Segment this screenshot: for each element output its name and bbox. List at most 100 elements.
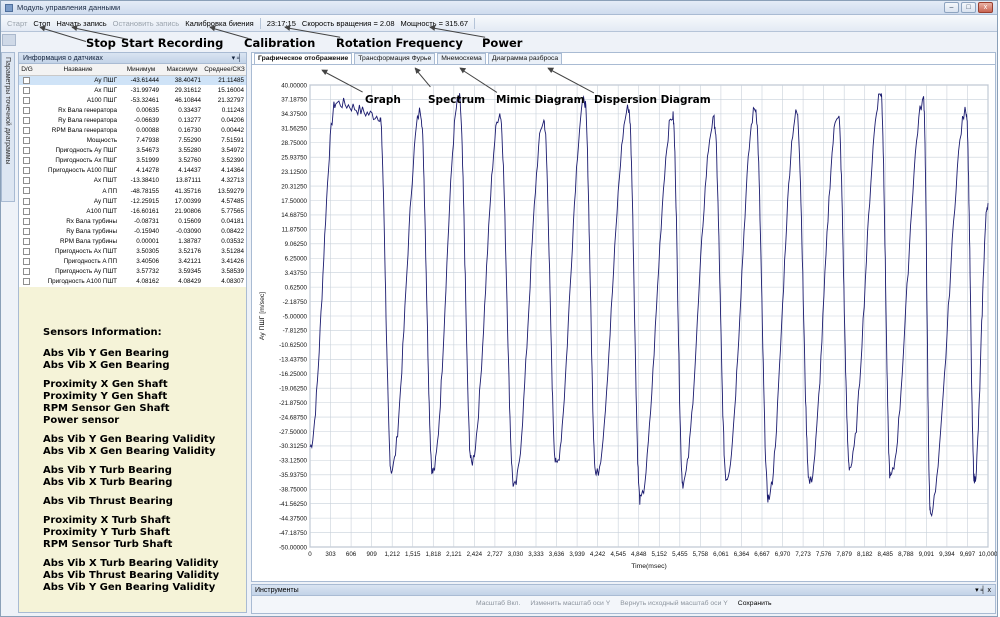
sensor-name: Пригодность A100 ПШТ xyxy=(47,278,117,286)
row-checkbox-cell xyxy=(19,216,35,226)
table-row[interactable]: Ax ПШТ -13.38410 13.87111 4.32713 xyxy=(19,176,246,186)
y-tick-label: 0.62500 xyxy=(285,284,308,291)
sensor-info-line: Abs Vib Y Gen Bearing Validity xyxy=(43,582,216,593)
table-row[interactable]: A100 ПШГ -53.32461 46.10844 21.32797 xyxy=(19,95,246,105)
row-checkbox[interactable] xyxy=(23,258,30,266)
sensor-min: -31.99749 xyxy=(130,86,159,94)
annotation-power: Power xyxy=(482,36,523,50)
row-checkbox-cell xyxy=(19,257,35,267)
stop-recording-button[interactable]: Остановить запись xyxy=(113,19,180,28)
table-row[interactable]: Пригодность A100 ПШТ 4.08162 4.08429 4.0830… xyxy=(19,277,246,287)
row-checkbox[interactable] xyxy=(23,217,30,225)
row-checkbox-cell xyxy=(19,95,35,105)
tool-action[interactable]: Масштаб Вкл. xyxy=(476,600,520,607)
row-checkbox[interactable] xyxy=(23,207,30,215)
row-checkbox[interactable] xyxy=(23,96,30,104)
table-row[interactable]: Пригодность A ПП 3.40506 3.42121 3.41426 xyxy=(19,257,246,267)
row-checkbox[interactable] xyxy=(23,187,30,195)
sensor-max: 1.38787 xyxy=(178,238,201,246)
sensor-min: 4.08162 xyxy=(136,278,159,286)
row-checkbox-cell xyxy=(19,247,35,257)
col-header-avg[interactable]: Среднее/СКЗ xyxy=(203,64,246,76)
sensor-min: 0.00088 xyxy=(136,127,159,135)
row-checkbox[interactable] xyxy=(23,177,30,185)
calibration-button[interactable]: Калибровка биения xyxy=(185,19,253,28)
sensor-info-line: Abs Vib Y Gen Bearing Validity xyxy=(43,434,216,445)
sensor-avg: 0.00442 xyxy=(221,127,244,135)
time-chart[interactable]: 40.00000 37.18750 34.37500 31.56250 28.75000… xyxy=(252,53,997,583)
sensor-avg: 21.32797 xyxy=(217,96,244,104)
x-tick-label: 10,000 xyxy=(979,551,997,558)
minimize-button[interactable]: – xyxy=(944,2,959,13)
table-row[interactable]: Ry Вала турбины -0.15940 -0.03090 0.08422 xyxy=(19,226,246,236)
row-checkbox[interactable] xyxy=(23,126,30,134)
table-row[interactable]: RPM Вала генератора 0.00088 0.16730 0.00442 xyxy=(19,125,246,135)
tool-action[interactable]: Изменить масштаб оси Y xyxy=(530,600,610,607)
row-checkbox-cell xyxy=(19,125,35,135)
table-row[interactable]: RPM Вала турбины 0.00001 1.38787 0.03532 xyxy=(19,237,246,247)
table-row[interactable]: A100 ПШТ -16.60161 21.90806 5.77565 xyxy=(19,206,246,216)
table-row[interactable]: Пригодность A100 ПШГ 4.14278 4.14437 4.1436… xyxy=(19,166,246,176)
row-checkbox[interactable] xyxy=(23,248,30,256)
row-checkbox[interactable] xyxy=(23,237,30,245)
table-row[interactable]: Rx Вала турбины -0.08731 0.15609 0.04181 xyxy=(19,216,246,226)
pin-icon[interactable]: ▾ ╡ xyxy=(232,53,242,64)
x-axis-label: Time(msec) xyxy=(631,563,667,570)
pin-icon[interactable]: ▾ ╡ x xyxy=(975,585,991,596)
sensor-info-panel: Информация о датчиках ▾ ╡ D/G Название М… xyxy=(18,52,247,613)
sensor-max: 3.55280 xyxy=(178,147,201,155)
row-checkbox-cell xyxy=(19,226,35,236)
sensor-max: 46.10844 xyxy=(174,96,201,104)
sensor-info-group: Abs Vib Y Turb Bearing Abs Vib X Turb Bea… xyxy=(43,465,219,489)
sensor-min: -16.60161 xyxy=(130,207,159,215)
row-checkbox[interactable] xyxy=(23,76,30,84)
maximize-button[interactable]: □ xyxy=(961,2,976,13)
sensor-min: -0.15940 xyxy=(134,227,159,235)
row-checkbox[interactable] xyxy=(23,167,30,175)
y-tick-label: 40.00000 xyxy=(281,82,307,89)
row-checkbox[interactable] xyxy=(23,137,30,145)
table-row[interactable]: Мощность 7.47938 7.55290 7.51591 xyxy=(19,136,246,146)
sensor-avg: 3.41426 xyxy=(221,258,244,266)
row-checkbox[interactable] xyxy=(23,86,30,94)
table-row[interactable]: Ry Вала генератора -0.06639 0.13277 0.04206 xyxy=(19,115,246,125)
row-checkbox[interactable] xyxy=(23,106,30,114)
collapsed-panel-handle[interactable] xyxy=(2,34,16,46)
row-checkbox[interactable] xyxy=(23,197,30,205)
close-button[interactable]: x xyxy=(978,2,993,13)
sensor-min: -13.38410 xyxy=(130,177,159,185)
row-checkbox-cell xyxy=(19,237,35,247)
table-row[interactable]: Ay ПШТ -12.25915 17.00399 4.57485 xyxy=(19,196,246,206)
row-checkbox[interactable] xyxy=(23,116,30,124)
sensor-info-title: Sensors Information: xyxy=(43,327,162,338)
col-header-name[interactable]: Название xyxy=(35,64,121,76)
table-row[interactable]: Пригодность Ay ПШГ 3.54673 3.55280 3.54972 xyxy=(19,146,246,156)
row-checkbox[interactable] xyxy=(23,268,30,276)
tool-action[interactable]: Вернуть исходный масштаб оси Y xyxy=(620,600,728,607)
tool-action[interactable]: Сохранить xyxy=(738,600,772,607)
table-row[interactable]: Пригодность Ay ПШТ 3.57732 3.59345 3.58539 xyxy=(19,267,246,277)
col-header-max[interactable]: Максимум xyxy=(161,64,203,76)
table-row[interactable]: Пригодность Ax ПШГ 3.51999 3.52760 3.52390 xyxy=(19,156,246,166)
table-row[interactable]: A ПП -48.78155 41.35716 13.59279 xyxy=(19,186,246,196)
start-button[interactable]: Старт xyxy=(7,19,27,28)
table-row[interactable]: Пригодность Ax ПШТ 3.50305 3.52176 3.51284 xyxy=(19,247,246,257)
sensor-info-group: Abs Vib X Turb Bearing Validity Abs Vib T… xyxy=(43,558,219,594)
table-row[interactable]: Rx Вала генератора 0.00635 0.33437 0.11243 xyxy=(19,105,246,115)
annotation-spectrum: Spectrum xyxy=(428,94,486,106)
table-row[interactable]: Ay ПШГ -43.61444 38.40471 21.11485 xyxy=(19,75,246,86)
scatter-params-side-tab[interactable]: Параметры точечной диаграммы xyxy=(1,52,15,202)
y-axis-label: Ay ПШГ [m/sec] xyxy=(259,292,266,340)
col-header-min[interactable]: Минимум xyxy=(121,64,161,76)
row-checkbox[interactable] xyxy=(23,278,30,286)
row-checkbox-cell xyxy=(19,267,35,277)
row-checkbox[interactable] xyxy=(23,227,30,235)
start-recording-button[interactable]: Начать запись xyxy=(56,19,106,28)
col-header-dg[interactable]: D/G xyxy=(19,64,35,76)
y-tick-label: -30.31250 xyxy=(279,443,307,450)
sensor-max: 3.52176 xyxy=(178,248,201,256)
x-tick-label: 4,545 xyxy=(610,551,626,558)
row-checkbox[interactable] xyxy=(23,157,30,165)
row-checkbox[interactable] xyxy=(23,147,30,155)
table-row[interactable]: Ax ПШГ -31.99749 29.31612 15.16004 xyxy=(19,85,246,95)
